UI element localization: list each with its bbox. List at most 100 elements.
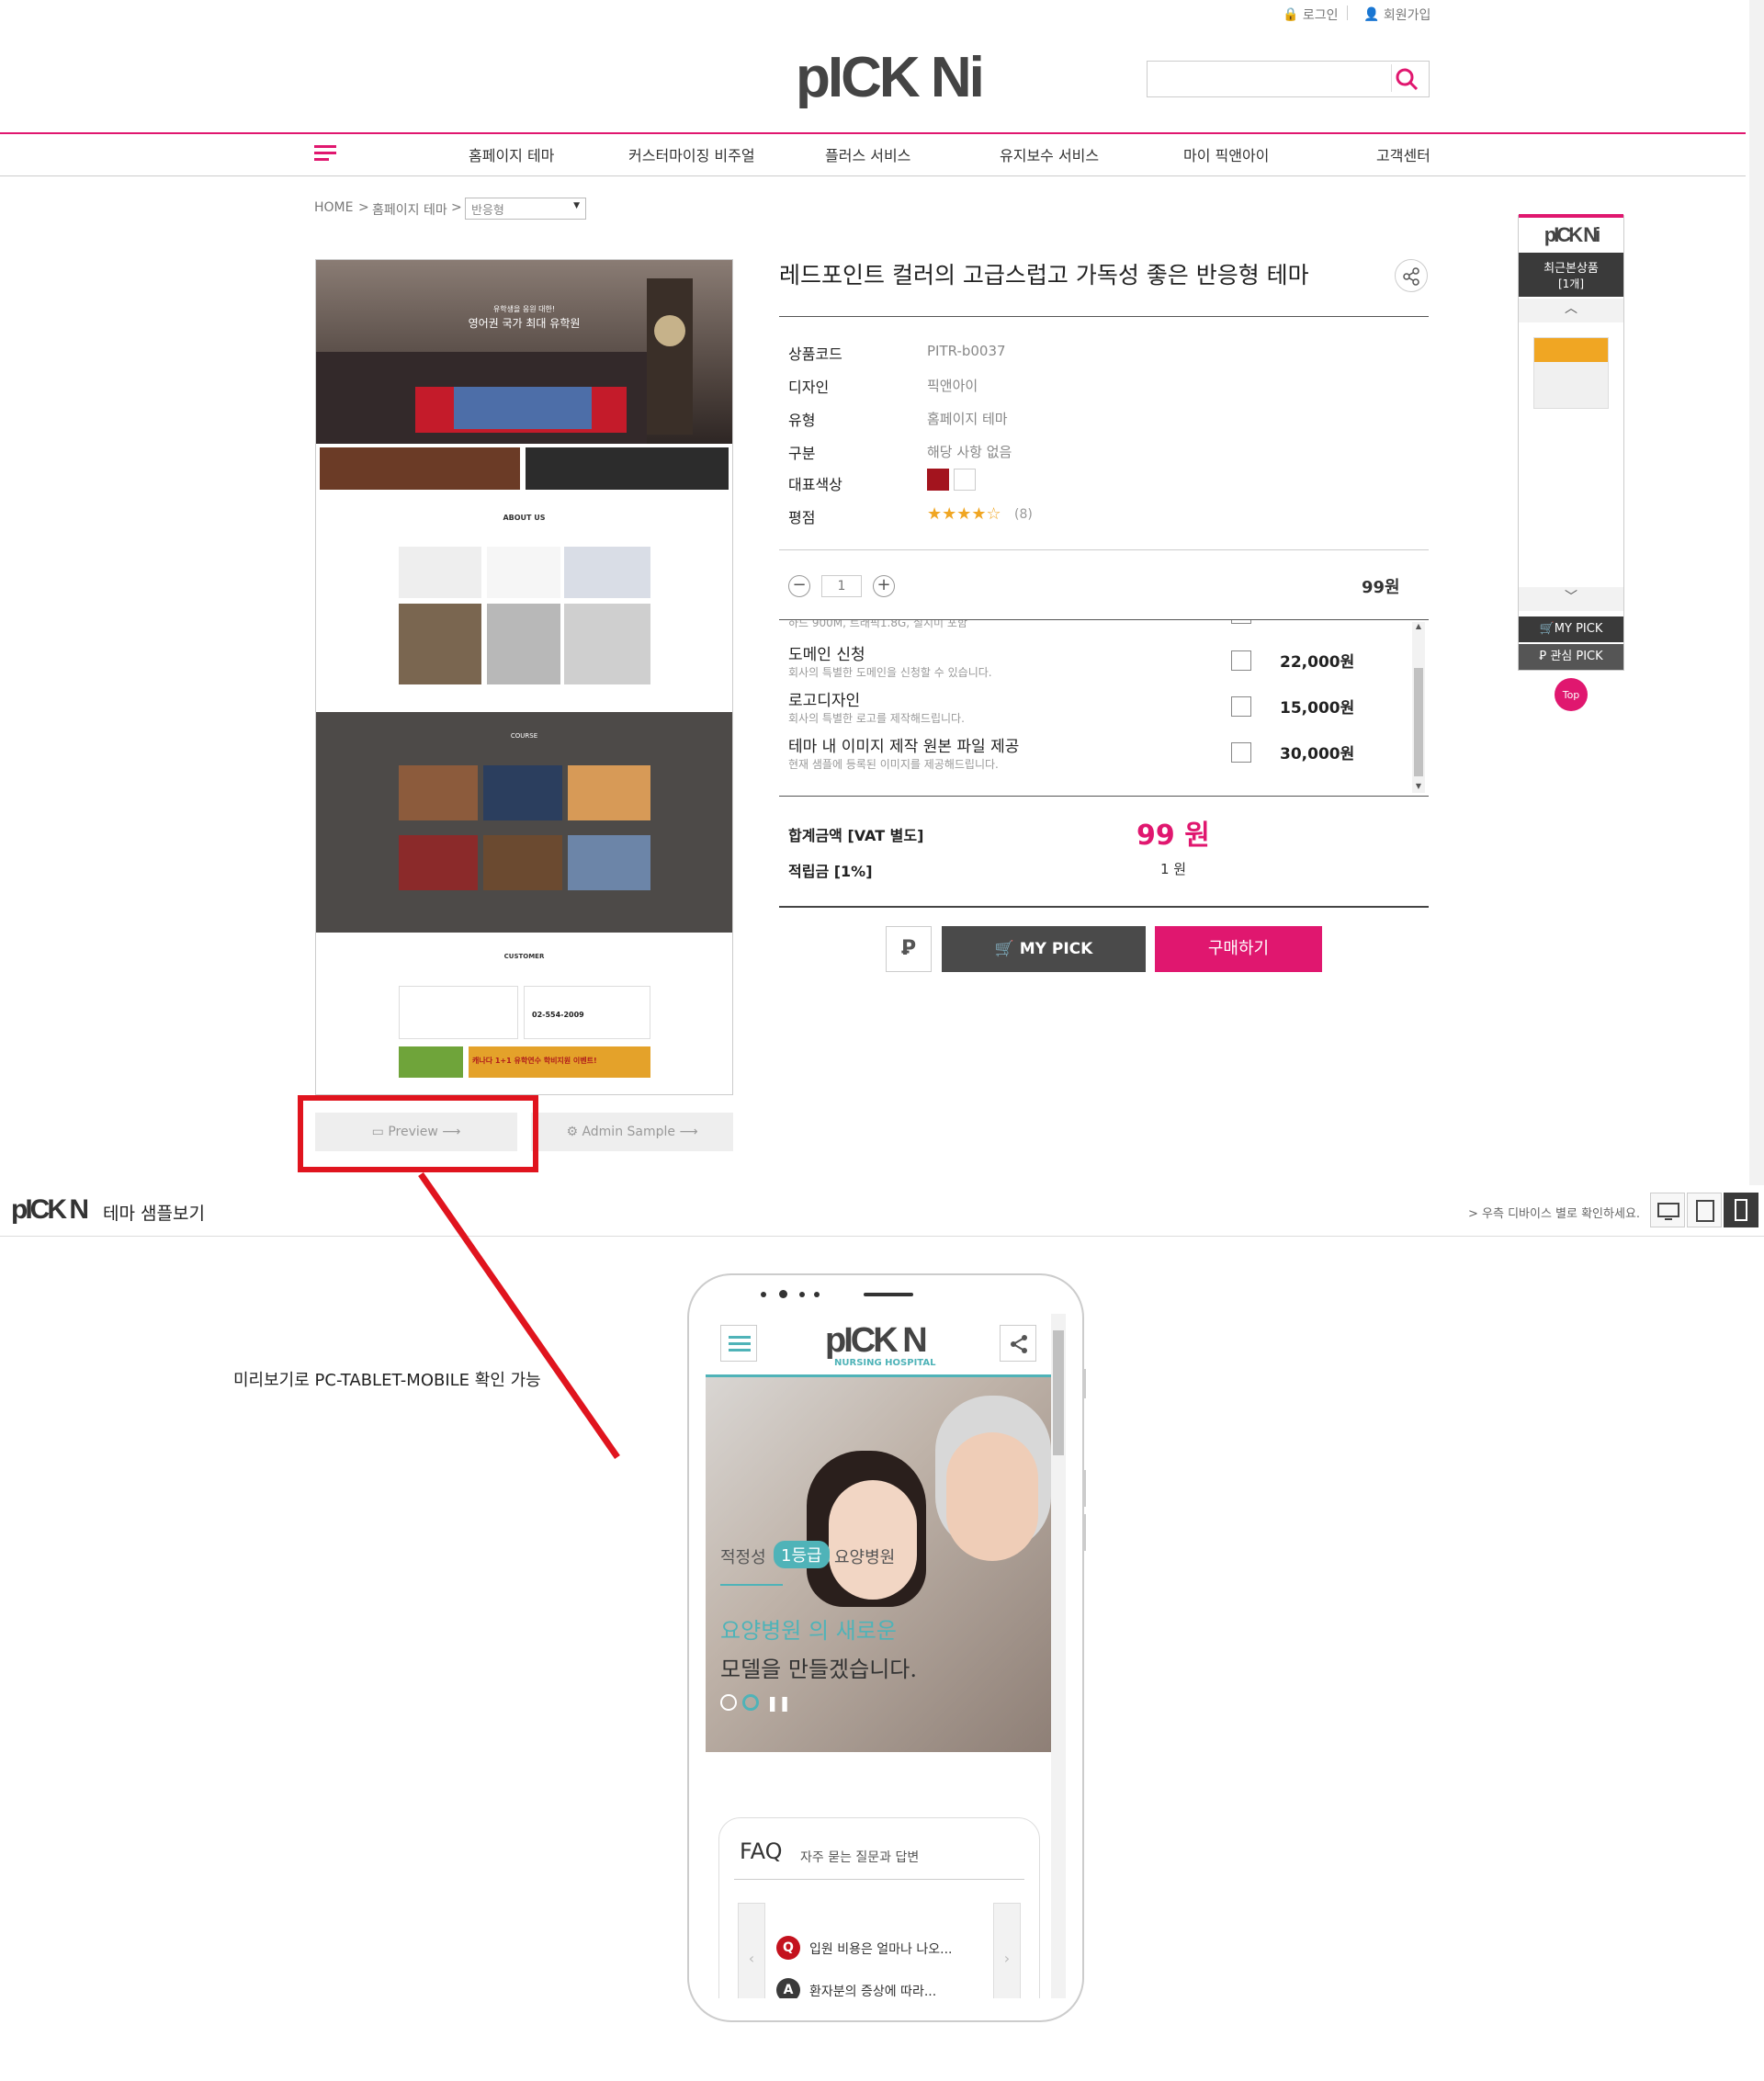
- category-select[interactable]: 반응형 ▼: [465, 198, 586, 220]
- mobile-scrollbar[interactable]: [1051, 1314, 1066, 1998]
- preview-logo: pICK N: [11, 1194, 89, 1225]
- thumb-hero-sub: 유학생을 응원 대한!: [492, 305, 556, 313]
- pause-icon[interactable]: ❚❚: [766, 1694, 791, 1712]
- buy-button[interactable]: 구매하기: [1155, 926, 1322, 972]
- thumb-course-2: [483, 765, 562, 820]
- mobile-faq-prev[interactable]: ‹: [738, 1903, 765, 1998]
- mobile-hero-badge: 1등급: [774, 1541, 830, 1568]
- arrow-right-icon-2: ⟶: [675, 1125, 698, 1139]
- thumb-about-title: ABOUT US: [503, 514, 546, 522]
- nav-item-custom-visual[interactable]: 커스터마이징 비주얼: [628, 143, 755, 165]
- option-title-domain: 도메인 신청: [788, 646, 865, 664]
- search-icon[interactable]: [1393, 66, 1420, 94]
- qty-plus-button[interactable]: +: [873, 575, 895, 597]
- scroll-up-icon[interactable]: ▲: [1412, 622, 1425, 633]
- answer-icon: A: [776, 1978, 800, 1998]
- page-scrollbar[interactable]: [1749, 0, 1764, 1185]
- mobile-scroll-thumb[interactable]: [1053, 1330, 1064, 1455]
- thumb-banner-left: [320, 447, 520, 490]
- lock-icon: 🔒: [1283, 7, 1299, 22]
- mobile-view-icon[interactable]: [1724, 1193, 1758, 1227]
- preview-highlight-box: [298, 1095, 538, 1172]
- topbar-divider: [1347, 6, 1348, 20]
- recent-product-thumb[interactable]: [1533, 337, 1609, 409]
- option-checkbox-image[interactable]: [1231, 742, 1251, 763]
- recent-products-sidebar: pICK Ni 최근본상품 [1개] ︿ ﹀ 🛒MY PICK Ꝑ 관심 PIC…: [1518, 214, 1624, 671]
- breadcrumb-category[interactable]: 홈페이지 테마: [372, 200, 447, 219]
- mobile-hero-pre: 적정성: [720, 1548, 766, 1567]
- mobile-menu-icon[interactable]: [720, 1325, 757, 1362]
- search-input[interactable]: [1147, 61, 1430, 97]
- sidebar-recent-header: 최근본상품 [1개]: [1519, 253, 1623, 297]
- option-checkbox-domain[interactable]: [1231, 650, 1251, 671]
- thumb-course-5: [483, 835, 562, 890]
- info-divider: [779, 549, 1429, 550]
- mobile-logo: pICK N: [825, 1321, 928, 1360]
- thumb-course-section: COURSE: [316, 712, 732, 933]
- mobile-hero: 적정성 1등급 요양병원 요양병원 의 새로운 모델을 만들겠습니다. ❚❚: [706, 1377, 1051, 1752]
- totals-bottom-line: [779, 906, 1429, 908]
- option-checkbox-logo[interactable]: [1231, 696, 1251, 717]
- menu-icon[interactable]: [314, 145, 336, 165]
- qty-minus-button[interactable]: −: [788, 575, 810, 597]
- thumb-about-students: [399, 604, 481, 684]
- nav-item-theme[interactable]: 홈페이지 테마: [469, 143, 554, 165]
- user-icon: 👤: [1363, 7, 1380, 22]
- color-swatch-red: [927, 469, 949, 491]
- scroll-down-icon[interactable]: ▼: [1412, 782, 1425, 793]
- rating-count: (8): [1014, 507, 1033, 522]
- tablet-view-icon[interactable]: [1687, 1193, 1722, 1227]
- mobile-hero-face-left: [829, 1480, 917, 1600]
- phone-side-button-2: [1082, 1470, 1086, 1507]
- sidebar-up-icon[interactable]: ︿: [1519, 299, 1623, 322]
- mobile-screen: pICK N NURSING HOSPITAL 적정성 1등급 요양병원 요양병…: [706, 1314, 1066, 1998]
- qty-input[interactable]: 1: [821, 575, 862, 597]
- mobile-share-icon[interactable]: [1000, 1325, 1036, 1362]
- mobile-hero-divider: [720, 1584, 783, 1586]
- mobile-faq-title: FAQ: [740, 1838, 783, 1864]
- mobile-faq-next[interactable]: ›: [993, 1903, 1021, 1998]
- sidebar-logo: pICK Ni: [1544, 223, 1600, 246]
- signup-link[interactable]: 👤 회원가입: [1363, 6, 1430, 24]
- thumb-course-3: [568, 765, 650, 820]
- nav-item-plus-service[interactable]: 플러스 서비스: [825, 143, 910, 165]
- pick-icon: Ꝑ: [1539, 650, 1551, 663]
- mobile-slide-dot-2[interactable]: [742, 1694, 759, 1711]
- login-link[interactable]: 🔒 로그인: [1283, 6, 1339, 24]
- info-label-code: 상품코드: [788, 345, 842, 363]
- option-sub-domain: 회사의 특별한 도메인을 신청할 수 있습니다.: [788, 666, 992, 679]
- nav-bottom-line: [0, 175, 1746, 176]
- mobile-slide-dot-1[interactable]: [720, 1694, 737, 1711]
- sidebar-mypick[interactable]: 🛒MY PICK: [1519, 616, 1623, 642]
- nav-item-my-picknai[interactable]: 마이 픽앤아이: [1183, 143, 1269, 165]
- pc-view-icon[interactable]: [1650, 1193, 1685, 1227]
- admin-sample-button[interactable]: ⚙ Admin Sample ⟶: [531, 1113, 733, 1151]
- pick-icon-button[interactable]: Ꝑ: [886, 926, 932, 972]
- rating-stars: ★★★★☆: [927, 504, 1001, 524]
- sidebar-down-icon[interactable]: ﹀: [1519, 587, 1623, 611]
- annotation-arrow: [418, 1172, 620, 1459]
- options-scrollbar[interactable]: ▲ ▼: [1412, 622, 1425, 793]
- info-label-type: 유형: [788, 412, 816, 429]
- qty-price: 99원: [1362, 578, 1400, 597]
- thumb-notice-box: [399, 986, 518, 1039]
- theme-thumbnail: 유학생을 응원 대한! 영어권 국가 최대 유학원 ABOUT US COURS…: [315, 259, 733, 1095]
- mobile-faq-q1[interactable]: 입원 비용은 얼마나 나오...: [809, 1940, 953, 1958]
- nav-item-maintenance[interactable]: 유지보수 서비스: [1000, 143, 1099, 165]
- site-logo[interactable]: pICK Ni: [796, 46, 985, 110]
- sidebar-accent: [1519, 214, 1623, 218]
- total-value: 99 원: [1136, 820, 1210, 852]
- option-sub-image: 현재 샘플에 등록된 이미지를 제공해드립니다.: [788, 758, 999, 771]
- nav-item-customer-center[interactable]: 고객센터: [1376, 143, 1430, 165]
- back-to-top-button[interactable]: Top: [1555, 678, 1588, 711]
- scroll-thumb[interactable]: [1414, 668, 1423, 776]
- sidebar-fav-pick[interactable]: Ꝑ 관심 PICK: [1519, 644, 1623, 670]
- mobile-faq-q2[interactable]: 환자분의 증상에 따라...: [809, 1982, 936, 1998]
- question-icon: Q: [776, 1936, 800, 1960]
- phone-side-button-3: [1082, 1514, 1086, 1551]
- breadcrumb-sep: >: [358, 200, 369, 215]
- mypick-button[interactable]: 🛒 MY PICK: [942, 926, 1146, 972]
- option-cut-checkbox[interactable]: [1231, 620, 1251, 624]
- breadcrumb-home[interactable]: HOME: [314, 200, 353, 215]
- share-icon[interactable]: [1395, 259, 1428, 292]
